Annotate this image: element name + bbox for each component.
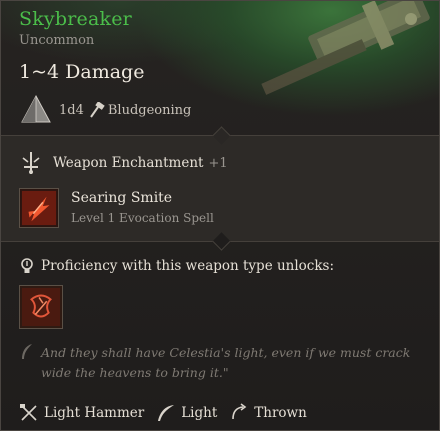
damage-dice-row: 1d4 Bludgeoning (19, 93, 191, 127)
item-name: Skybreaker (19, 8, 132, 30)
weapon-enchantment-icon (22, 152, 40, 174)
spell-description: Level 1 Evocation Spell (71, 211, 214, 225)
spell-text: Searing Smite Level 1 Evocation Spell (71, 189, 214, 227)
damage-range: 1~4 Damage (19, 61, 145, 83)
property-label: Light (181, 405, 218, 421)
searing-smite-icon[interactable] (19, 188, 59, 228)
property-light[interactable]: Light (156, 403, 217, 423)
d4-dice-icon (21, 94, 51, 123)
quill-icon (22, 344, 32, 359)
spell-row[interactable]: Searing Smite Level 1 Evocation Spell (19, 188, 214, 228)
proficiency-row: Proficiency with this weapon type unlock… (19, 257, 334, 275)
property-thrown[interactable]: Thrown (229, 403, 307, 423)
weapon-action-icon[interactable] (19, 285, 63, 329)
feather-icon (158, 405, 175, 421)
thrown-icon (232, 403, 247, 420)
item-rarity: Uncommon (19, 33, 95, 48)
property-label: Light Hammer (44, 405, 145, 421)
light-hammer-icon (20, 404, 37, 421)
item-tooltip: Skybreaker Uncommon 1~4 Damage 1d4 Bludg… (0, 0, 440, 431)
proficiency-label: Proficiency with this weapon type unlock… (41, 258, 335, 274)
property-light-hammer[interactable]: Light Hammer (19, 403, 144, 423)
enchantment-row[interactable]: Weapon Enchantment +1 (19, 149, 228, 177)
enchantment-label: Weapon Enchantment (53, 155, 204, 171)
bludgeoning-icon (90, 102, 105, 118)
damage-dice: 1d4 (59, 102, 84, 118)
damage-type: Bludgeoning (107, 102, 192, 118)
flavor-text: And they shall have Celestia's light, ev… (41, 345, 411, 380)
weapon-properties: Light Hammer Light Thrown (19, 403, 319, 423)
hammer-artwork-icon (261, 1, 430, 95)
spell-name: Searing Smite (71, 190, 173, 206)
enchantment-bonus: +1 (208, 155, 228, 171)
property-label: Thrown (254, 405, 307, 421)
lightbulb-icon (21, 258, 33, 273)
